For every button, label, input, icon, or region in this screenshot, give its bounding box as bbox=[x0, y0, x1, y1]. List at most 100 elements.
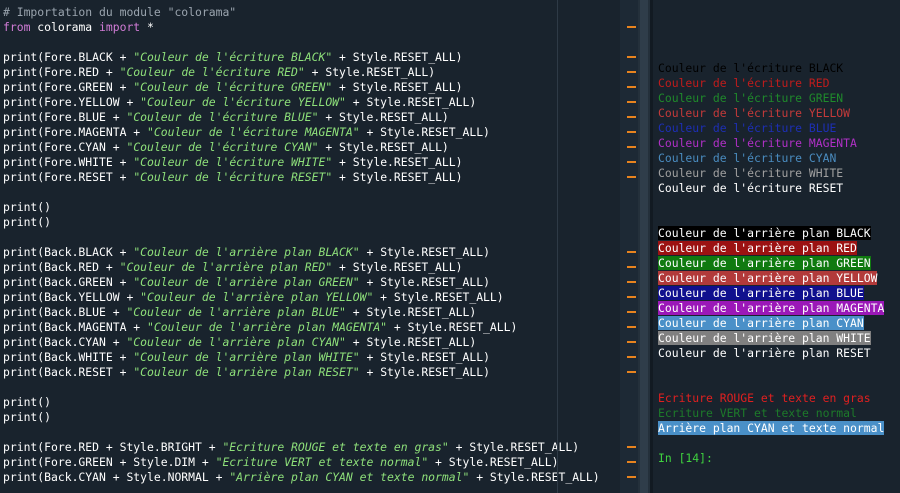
editor-scrollbar-thumb[interactable] bbox=[640, 0, 648, 493]
warning-marker[interactable] bbox=[627, 266, 636, 268]
warning-marker[interactable] bbox=[627, 71, 636, 73]
warning-marker[interactable] bbox=[627, 251, 636, 253]
warning-marker[interactable] bbox=[627, 116, 636, 118]
warning-marker[interactable] bbox=[627, 326, 636, 328]
code-token: print() bbox=[3, 410, 52, 424]
code-line[interactable]: # Importation du module "colorama" bbox=[3, 5, 600, 20]
code-line[interactable]: print(Back.CYAN + "Couleur de l'arrière … bbox=[3, 335, 600, 350]
warning-marker[interactable] bbox=[627, 26, 636, 28]
code-line[interactable]: print(Back.BLUE + "Couleur de l'arrière … bbox=[3, 305, 600, 320]
code-token: "Couleur de l'arrière plan BLACK" bbox=[133, 245, 360, 259]
code-line[interactable]: print() bbox=[3, 395, 600, 410]
code-line[interactable]: print(Fore.RED + Style.BRIGHT + "Ecritur… bbox=[3, 440, 600, 455]
code-line[interactable]: print(Fore.WHITE + "Couleur de l'écritur… bbox=[3, 155, 600, 170]
code-token: print(Back.YELLOW + bbox=[3, 290, 141, 304]
code-token: + Style.RESET_ALL) bbox=[332, 260, 463, 274]
code-line[interactable] bbox=[3, 380, 600, 395]
code-line[interactable]: print(Fore.YELLOW + "Couleur de l'écritu… bbox=[3, 95, 600, 110]
console-line: Ecriture VERT et texte normal bbox=[658, 406, 884, 421]
warning-marker[interactable] bbox=[627, 56, 636, 58]
console-line: Couleur de l'arrière plan GREEN bbox=[658, 256, 884, 271]
code-token: + Style.RESET_ALL) bbox=[318, 140, 449, 154]
code-line[interactable]: print(Fore.BLUE + "Couleur de l'écriture… bbox=[3, 110, 600, 125]
code-line[interactable] bbox=[3, 185, 600, 200]
code-line[interactable]: print(Fore.RED + "Couleur de l'écriture … bbox=[3, 65, 600, 80]
warning-marker[interactable] bbox=[627, 311, 636, 313]
code-token: + Style.RESET_ALL) bbox=[345, 95, 477, 109]
warning-marker[interactable] bbox=[627, 146, 636, 148]
warning-marker[interactable] bbox=[627, 131, 636, 133]
code-token: "Ecriture VERT et texte normal" bbox=[215, 455, 429, 469]
code-line[interactable]: print(Back.BLACK + "Couleur de l'arrière… bbox=[3, 245, 600, 260]
code-token: print() bbox=[3, 215, 52, 229]
console-line: Couleur de l'arrière plan CYAN bbox=[658, 316, 884, 331]
code-line[interactable]: print(Back.YELLOW + "Couleur de l'arrièr… bbox=[3, 290, 600, 305]
code-token: "Couleur de l'arrière plan WHITE" bbox=[133, 350, 360, 364]
code-line[interactable]: print(Back.CYAN + Style.NORMAL + "Arrièr… bbox=[3, 470, 600, 485]
warning-marker[interactable] bbox=[627, 356, 636, 358]
code-token: print(Fore.RED + Style.BRIGHT + bbox=[3, 440, 223, 454]
console-output: Couleur de l'écriture BLACK Couleur de l'… bbox=[658, 31, 885, 466]
code-token: print(Fore.GREEN + bbox=[3, 80, 134, 94]
code-token: + Style.RESET_ALL) bbox=[332, 170, 463, 184]
code-line[interactable]: print(Fore.GREEN + "Couleur de l'écritur… bbox=[3, 80, 600, 95]
code-line[interactable]: print() bbox=[3, 200, 600, 215]
warning-marker[interactable] bbox=[627, 461, 636, 463]
warning-marker[interactable] bbox=[627, 281, 636, 283]
code-line[interactable]: print() bbox=[3, 215, 600, 230]
code-token: + Style.RESET_ALL) bbox=[359, 125, 490, 139]
warning-marker[interactable] bbox=[627, 101, 636, 103]
code-line[interactable]: print(Fore.GREEN + Style.DIM + "Ecriture… bbox=[3, 455, 600, 470]
code-line[interactable]: print(Fore.CYAN + "Couleur de l'écriture… bbox=[3, 140, 600, 155]
console-line: Couleur de l'écriture GREEN bbox=[658, 91, 884, 106]
warning-marker[interactable] bbox=[627, 296, 636, 298]
code-token: "Couleur de l'écriture BLUE" bbox=[126, 110, 319, 124]
warning-marker[interactable] bbox=[627, 341, 636, 343]
warning-marker[interactable] bbox=[627, 476, 636, 478]
warning-marker[interactable] bbox=[627, 86, 636, 88]
code-token: "Couleur de l'arrière plan GREEN" bbox=[133, 275, 360, 289]
code-line[interactable]: print(Back.MAGENTA + "Couleur de l'arriè… bbox=[3, 320, 600, 335]
console-text: Couleur de l'écriture YELLOW bbox=[658, 106, 851, 120]
ipython-console[interactable]: Couleur de l'écriture BLACK Couleur de l'… bbox=[653, 0, 900, 493]
code-token: print(Back.CYAN + Style.NORMAL + bbox=[3, 470, 230, 484]
code-token: import bbox=[99, 20, 141, 34]
code-token: print(Back.WHITE + bbox=[3, 350, 134, 364]
warning-marker[interactable] bbox=[627, 176, 636, 178]
code-line[interactable] bbox=[3, 425, 600, 440]
code-token: + Style.RESET_ALL) bbox=[332, 155, 463, 169]
code-token: + Style.RESET_ALL) bbox=[359, 245, 490, 259]
warning-marker[interactable] bbox=[627, 161, 636, 163]
warning-marker[interactable] bbox=[627, 371, 636, 373]
code-line[interactable]: from colorama import * bbox=[3, 20, 600, 35]
code-line[interactable]: print(Fore.BLACK + "Couleur de l'écritur… bbox=[3, 50, 600, 65]
code-line[interactable]: print(Back.WHITE + "Couleur de l'arrière… bbox=[3, 350, 600, 365]
code-line[interactable]: print() bbox=[3, 410, 600, 425]
code-token: "Couleur de l'écriture YELLOW" bbox=[140, 95, 346, 109]
warning-marker[interactable] bbox=[627, 446, 636, 448]
console-line: Arrière plan CYAN et texte normal bbox=[658, 421, 885, 436]
code-line[interactable]: print(Fore.MAGENTA + "Couleur de l'écrit… bbox=[3, 125, 600, 140]
console-line: In [14]: bbox=[658, 451, 884, 466]
code-line[interactable]: print(Back.RESET + "Couleur de l'arrière… bbox=[3, 365, 600, 380]
code-token: print(Fore.CYAN + bbox=[3, 140, 127, 154]
code-token: + Style.RESET_ALL) bbox=[448, 440, 580, 454]
code-editor[interactable]: # Importation du module "colorama" from c… bbox=[0, 0, 638, 493]
code-line[interactable]: print(Fore.RESET + "Couleur de l'écritur… bbox=[3, 170, 600, 185]
code-token: + Style.RESET_ALL) bbox=[359, 275, 490, 289]
console-line: Couleur de l'écriture MAGENTA bbox=[658, 136, 884, 151]
code-line[interactable] bbox=[3, 230, 600, 245]
code-lines[interactable]: # Importation du module "colorama" from c… bbox=[3, 5, 600, 485]
code-token: print(Fore.YELLOW + bbox=[3, 95, 141, 109]
code-token: * bbox=[140, 20, 154, 34]
code-line[interactable]: print(Back.GREEN + "Couleur de l'arrière… bbox=[3, 275, 600, 290]
console-text: Couleur de l'arrière plan CYAN bbox=[658, 316, 864, 330]
console-text: Couleur de l'arrière plan MAGENTA bbox=[658, 301, 885, 315]
console-line: Couleur de l'écriture YELLOW bbox=[658, 106, 884, 121]
code-line[interactable] bbox=[3, 35, 600, 50]
code-line[interactable]: print(Back.RED + "Couleur de l'arrière p… bbox=[3, 260, 600, 275]
code-token: print(Fore.MAGENTA + bbox=[3, 125, 148, 139]
code-token: + Style.RESET_ALL) bbox=[359, 365, 490, 379]
